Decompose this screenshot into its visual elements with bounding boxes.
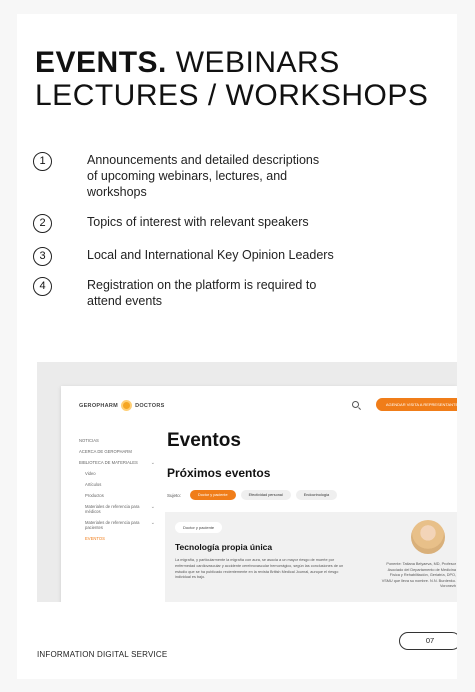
speaker-info: Ponente: Tatiana Belyaeva, MD, Profesor … (381, 562, 456, 589)
event-description: La migraña, y particularmente la migraña… (175, 558, 344, 580)
number-circle-icon: 1 (33, 152, 52, 171)
subject-filters: Sujeto: Doctor y paciente Efectividad pe… (167, 490, 338, 500)
page: EVENTS. WEBINARS LECTURES / WORKSHOPS 1 … (17, 14, 457, 679)
sidebar-item-label: Materiales de referencia para médicos (85, 504, 140, 514)
event-card[interactable]: Doctor y paciente Tecnología propia únic… (165, 512, 457, 602)
sidebar-item-label: Materiales de referencia para pacientes (85, 520, 140, 530)
chevron-down-icon: ⌄ (150, 504, 155, 510)
chevron-down-icon: ⌄ (150, 520, 155, 526)
events-heading: Eventos (167, 430, 241, 451)
logo-icon (121, 400, 133, 411)
page-number: 07 (399, 632, 457, 650)
sidebar-item-label: EVENTOS (85, 536, 105, 541)
brand-left: GEROPHARM (79, 402, 119, 409)
upcoming-events-heading: Próximos eventos (167, 466, 271, 480)
title-bold: EVENTS. (35, 46, 167, 79)
footer-label: INFORMATION DIGITAL SERVICE (37, 650, 168, 659)
sidebar-item-materiales-pacientes[interactable]: Materiales de referencia para pacientes ⌄ (79, 520, 157, 530)
feature-text: Registration on the platform is required… (87, 278, 317, 308)
title-line-2: LECTURES / WORKSHOPS (35, 79, 429, 112)
filter-chip-doctor-paciente[interactable]: Doctor y paciente (190, 490, 236, 500)
feature-item: 2 Topics of interest with relevant speak… (33, 214, 443, 238)
speaker-avatar (411, 520, 445, 554)
sidebar-item-articulos[interactable]: Artículos (79, 482, 157, 487)
number-circle-icon: 2 (33, 214, 52, 233)
page-title: EVENTS. WEBINARS LECTURES / WORKSHOPS (35, 46, 455, 112)
sidebar-item-label: Video (85, 471, 96, 476)
number-circle-icon: 4 (33, 277, 52, 296)
event-title[interactable]: Tecnología propia única (175, 542, 272, 552)
search-icon[interactable] (352, 401, 359, 408)
website-screenshot: GEROPHARM DOCTORS AGENDAR VISITA A REPRE… (37, 362, 457, 602)
schedule-visit-button[interactable]: AGENDAR VISITA A REPRESENTANTE (376, 398, 457, 411)
brand-right: DOCTORS (135, 402, 165, 409)
feature-item: 3 Local and International Key Opinion Le… (33, 247, 443, 271)
title-line-1: EVENTS. WEBINARS (35, 46, 455, 79)
sidebar-item-label: ACERCA DE GEROPHARM (79, 449, 132, 454)
filter-chip-endocrinologia[interactable]: Endocrinología (295, 490, 338, 500)
filter-label: Sujeto: (167, 492, 182, 498)
feature-item: 4 Registration on the platform is requir… (33, 277, 443, 309)
title-line1-rest: WEBINARS (166, 46, 340, 79)
sidebar-nav: NOTICIAS ACERCA DE GEROPHARM BIBLIOTECA … (79, 438, 157, 547)
feature-list: 1 Announcements and detailed description… (33, 152, 443, 318)
event-tag: Doctor y paciente (175, 522, 223, 533)
sidebar-item-noticias[interactable]: NOTICIAS (79, 438, 157, 443)
sidebar-item-biblioteca[interactable]: BIBLIOTECA DE MATERIALES ⌄ (79, 460, 157, 466)
brand-logo[interactable]: GEROPHARM DOCTORS (79, 400, 165, 411)
feature-item: 1 Announcements and detailed description… (33, 152, 443, 200)
sidebar-item-productos[interactable]: Productos (79, 493, 157, 498)
sidebar-item-acerca[interactable]: ACERCA DE GEROPHARM (79, 449, 157, 454)
feature-text: Announcements and detailed descriptions … (87, 153, 320, 199)
sidebar-item-label: NOTICIAS (79, 438, 99, 443)
number-circle-icon: 3 (33, 247, 52, 266)
sidebar-item-label: Productos (85, 493, 104, 498)
sidebar-item-video[interactable]: Video (79, 471, 157, 476)
feature-text: Local and International Key Opinion Lead… (87, 248, 334, 262)
sidebar-item-materiales-medicos[interactable]: Materiales de referencia para médicos ⌄ (79, 504, 157, 514)
sidebar-item-eventos[interactable]: EVENTOS (79, 536, 157, 541)
website-window: GEROPHARM DOCTORS AGENDAR VISITA A REPRE… (61, 386, 457, 602)
sidebar-item-label: Artículos (85, 482, 102, 487)
sidebar-item-label: BIBLIOTECA DE MATERIALES (79, 460, 138, 465)
feature-text: Topics of interest with relevant speaker… (87, 215, 309, 229)
filter-chip-efectividad[interactable]: Efectividad personal (240, 490, 291, 500)
chevron-down-icon: ⌄ (150, 460, 155, 466)
